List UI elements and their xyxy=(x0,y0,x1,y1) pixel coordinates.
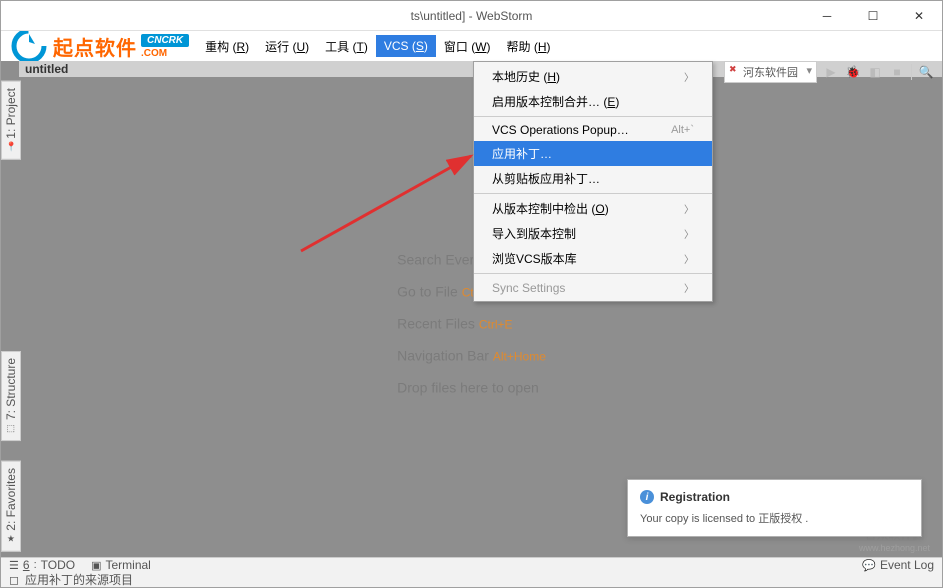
registration-popup: Registration Your copy is licensed to 正版… xyxy=(627,479,922,537)
dropdown-item[interactable]: 本地历史 (H)〉 xyxy=(474,64,712,89)
terminal-tab[interactable]: ▣ Terminal xyxy=(91,558,151,572)
toolbar: 河东软件园 ▶ 🐞 ◧ ■ 🔍 xyxy=(724,61,934,83)
close-button[interactable]: ✕ xyxy=(896,1,942,31)
menu-vcs[interactable]: VCS (S) xyxy=(376,35,436,57)
debug-icon[interactable]: 🐞 xyxy=(845,64,861,80)
popup-title: Registration xyxy=(640,490,909,504)
stop-icon[interactable]: ■ xyxy=(889,64,905,80)
editor-hint: Drop files here to open xyxy=(397,379,546,395)
status-message: 应用补丁的来源项目 xyxy=(25,571,133,588)
menubar-row: 起点软件 CNCRK .COM 重构 (R)运行 (U)工具 (T)VCS (S… xyxy=(1,31,942,61)
status-icon: ◻ xyxy=(9,573,19,587)
site-logo: 起点软件 CNCRK .COM xyxy=(1,26,197,66)
maximize-button[interactable]: ☐ xyxy=(850,1,896,31)
sidebar-tab-structure[interactable]: ⬚7: Structure xyxy=(1,351,21,441)
popup-body: Your copy is licensed to 正版授权 . xyxy=(640,510,909,526)
run-config-select[interactable]: 河东软件园 xyxy=(724,61,817,83)
menu-窗口[interactable]: 窗口 (W) xyxy=(436,34,499,59)
eventlog-tab[interactable]: 💬 Event Log xyxy=(862,558,934,572)
dropdown-item[interactable]: 启用版本控制合并… (E) xyxy=(474,89,712,114)
run-icon[interactable]: ▶ xyxy=(823,64,839,80)
minimize-button[interactable]: ─ xyxy=(804,1,850,31)
dropdown-item[interactable]: 从剪贴板应用补丁… xyxy=(474,166,712,191)
sidebar-tab-favorites[interactable]: ★2: Favorites xyxy=(1,461,21,552)
dropdown-item[interactable]: VCS Operations Popup…Alt+` xyxy=(474,119,712,141)
menu-separator xyxy=(474,116,712,117)
menu-separator xyxy=(474,273,712,274)
window-controls: ─ ☐ ✕ xyxy=(804,1,942,31)
vcs-dropdown-menu: 本地历史 (H)〉启用版本控制合并… (E) VCS Operations Pop… xyxy=(473,61,713,302)
logo-swirl-icon xyxy=(9,26,49,66)
window-title: ts\untitled] - WebStorm xyxy=(411,9,533,23)
dropdown-item[interactable]: 应用补丁… xyxy=(474,141,712,166)
dropdown-item: Sync Settings〉 xyxy=(474,276,712,299)
todo-tab[interactable]: ☰ 6: TODO xyxy=(9,558,75,572)
bottom-status: ◻ 应用补丁的来源项目 xyxy=(1,572,942,587)
search-icon[interactable]: 🔍 xyxy=(918,64,934,80)
editor-hint: Recent Files Ctrl+E xyxy=(397,315,546,331)
editor-hint: Navigation Bar Alt+Home xyxy=(397,347,546,363)
dropdown-item[interactable]: 浏览VCS版本库〉 xyxy=(474,246,712,271)
logo-badge: CNCRK .COM xyxy=(141,34,189,59)
statusbar: ☰ 6: TODO ▣ Terminal 💬 Event Log xyxy=(1,557,942,572)
menu-工具[interactable]: 工具 (T) xyxy=(317,34,376,59)
menu-运行[interactable]: 运行 (U) xyxy=(257,34,317,59)
menu-帮助[interactable]: 帮助 (H) xyxy=(499,34,559,59)
titlebar: ts\untitled] - WebStorm ─ ☐ ✕ xyxy=(1,1,942,31)
menu-separator xyxy=(474,193,712,194)
dropdown-item[interactable]: 从版本控制中检出 (O)〉 xyxy=(474,196,712,221)
separator xyxy=(911,64,912,80)
menubar: 重构 (R)运行 (U)工具 (T)VCS (S)窗口 (W)帮助 (H) xyxy=(197,34,558,59)
sidebar-tab-project[interactable]: 📍1: Project xyxy=(1,81,21,160)
logo-text: 起点软件 xyxy=(53,32,137,61)
coverage-icon[interactable]: ◧ xyxy=(867,64,883,80)
menu-重构[interactable]: 重构 (R) xyxy=(197,34,257,59)
dropdown-item[interactable]: 导入到版本控制〉 xyxy=(474,221,712,246)
